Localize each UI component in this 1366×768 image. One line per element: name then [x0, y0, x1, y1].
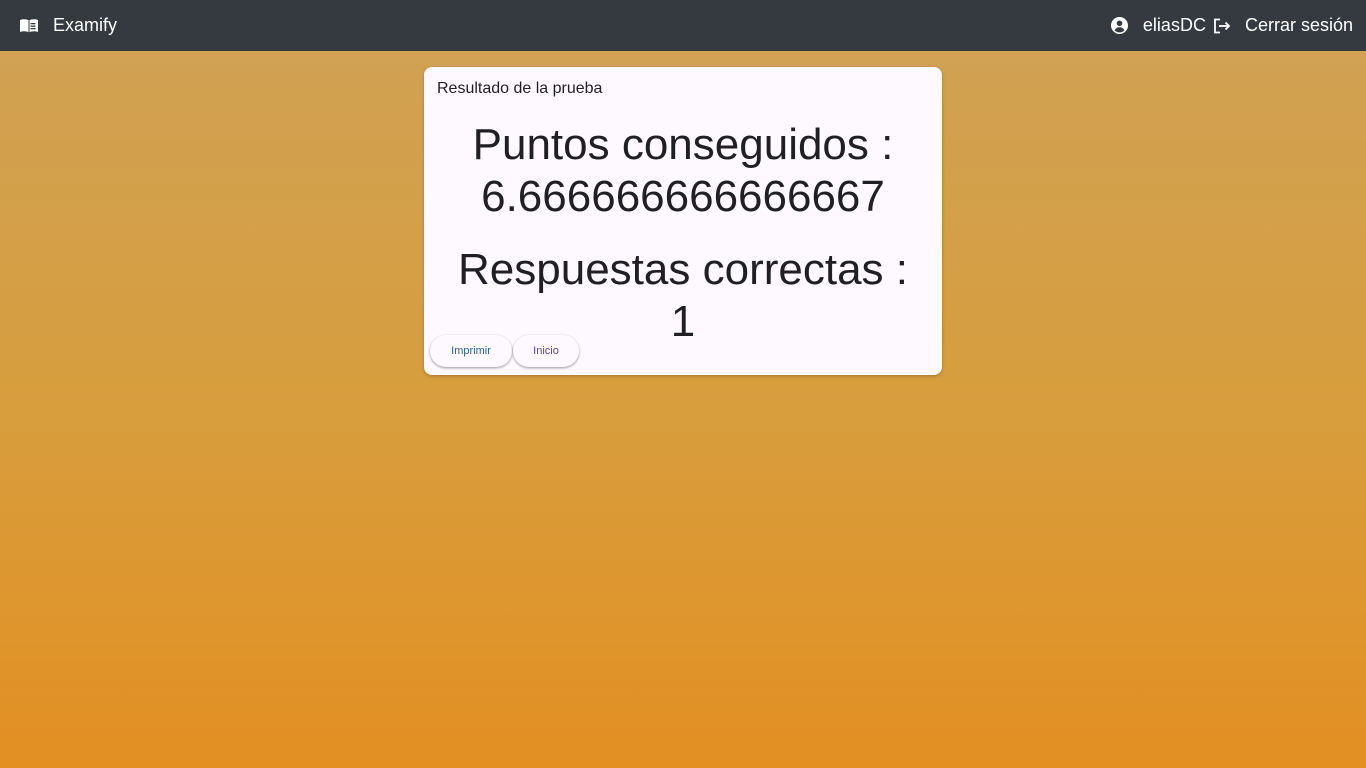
- top-navbar: Examify eliasDC Cerrar sesión: [0, 0, 1366, 51]
- logout-icon: [1213, 18, 1231, 34]
- logout-label: Cerrar sesión: [1244, 15, 1353, 35]
- book-icon: [19, 18, 39, 34]
- points-label: Puntos conseguidos :: [472, 120, 894, 169]
- card-title: Resultado de la prueba: [437, 80, 603, 97]
- logout-button[interactable]: Cerrar sesión: [1213, 15, 1353, 36]
- result-card: Resultado de la prueba Puntos conseguido…: [424, 67, 942, 375]
- points-value: 6.666666666666667: [481, 172, 885, 221]
- card-actions: Imprimir Inicio: [430, 335, 579, 367]
- username: eliasDC: [1142, 15, 1206, 35]
- correct-answers-result: Respuestas correctas : 1: [424, 244, 942, 348]
- points-result: Puntos conseguidos : 6.666666666666667: [424, 119, 942, 223]
- user-menu: eliasDC Cerrar sesión: [1110, 15, 1353, 36]
- home-button[interactable]: Inicio: [513, 335, 579, 367]
- correct-answers-label: Respuestas correctas :: [458, 245, 908, 294]
- app-name: Examify: [53, 15, 118, 35]
- brand[interactable]: Examify: [19, 15, 117, 36]
- print-button[interactable]: Imprimir: [430, 335, 512, 367]
- account-circle-icon: [1110, 17, 1128, 34]
